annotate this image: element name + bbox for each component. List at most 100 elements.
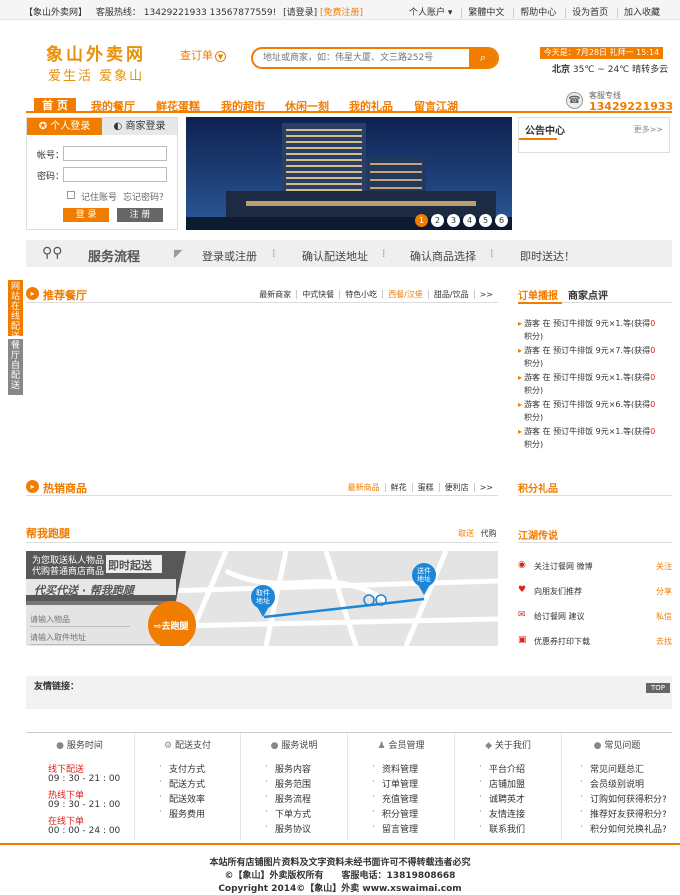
forgot-password-link[interactable]: 忘记密码？ (123, 190, 168, 203)
footer-link[interactable]: 服务范围 (265, 777, 311, 790)
jianghu-item-weibo[interactable]: ◉ 关注订餐网 微博 关注 (518, 560, 672, 574)
footer-link[interactable]: 配送方式 (159, 777, 205, 790)
footer-link[interactable]: 订购如何获得积分? (580, 792, 667, 805)
order-points: 0 (650, 400, 656, 409)
side-tab-online-delivery[interactable]: 网站在线配送 (8, 280, 23, 342)
tab-merchant-login[interactable]: ◐ 商家登录 (102, 118, 177, 135)
order-item[interactable]: ▸ 游客 在 预订牛排饭 9元×1.等(获得0 积分) (518, 425, 672, 451)
account-label: 帐号： (37, 151, 65, 161)
banner-page-3[interactable]: 3 (447, 214, 460, 227)
tab-western-burger[interactable]: 西餐/汉堡 (382, 290, 428, 299)
search-button[interactable]: ⌕ (469, 49, 497, 67)
footer-link[interactable]: 常见问题总汇 (580, 762, 644, 775)
jianghu-item-suggest[interactable]: ✉ 给订餐网 建议 私信 (518, 610, 672, 624)
order-item[interactable]: ▸ 游客 在 预订牛排饭 9元×1.等(获得0 积分) (518, 371, 672, 397)
jianghu-item-action[interactable]: 关注 (656, 561, 672, 572)
footer-link[interactable]: 留言管理 (372, 822, 418, 835)
tab-personal-login[interactable]: ✪ 个人登录 (27, 118, 102, 135)
footer-link[interactable]: 积分管理 (372, 807, 418, 820)
footer-link[interactable]: 充值管理 (372, 792, 418, 805)
footer-link[interactable]: 平台介绍 (479, 762, 525, 775)
footer-link[interactable]: 会员级别说明 (580, 777, 644, 790)
nav-home[interactable]: 首 页 (34, 98, 76, 113)
side-tab-self-delivery[interactable]: 餐厅自配送 (8, 339, 23, 395)
nav-flowers-cakes[interactable]: 鲜花蛋糕 (156, 98, 200, 113)
order-item[interactable]: ▸ 游客 在 预订牛排饭 9元×6.等(获得0 积分) (518, 398, 672, 424)
jianghu-item-action[interactable]: 分享 (656, 586, 672, 597)
footer-link[interactable]: 服务协议 (265, 822, 311, 835)
go-errand-button[interactable]: ⇨去跑腿 (154, 619, 189, 632)
tab-snacks[interactable]: 特色小吃 (339, 290, 383, 299)
footer-link[interactable]: 友情连接 (479, 807, 525, 820)
footer-link[interactable]: 支付方式 (159, 762, 205, 775)
back-to-top-button[interactable]: TOP (646, 683, 670, 693)
register-link[interactable]: [免费注册] (320, 8, 363, 18)
jianghu-item-coupon[interactable]: ▣ 优惠券打印下载 去找 (518, 635, 672, 649)
logo-slogan: 爱生活 爱象山 (48, 69, 145, 84)
banner-page-5[interactable]: 5 (479, 214, 492, 227)
footer-col-title: ♟ 会员管理 (348, 738, 454, 751)
footer-link[interactable]: 推荐好友获得积分? (580, 807, 667, 820)
tab-order-broadcast[interactable]: 订单播报 (518, 287, 558, 302)
traditional-chinese-link[interactable]: 繁體中文 (461, 8, 511, 18)
banner-page-6[interactable]: 6 (495, 214, 508, 227)
login-button[interactable]: 登 录 (63, 208, 109, 222)
tab-newest-goods[interactable]: 最新商品 (343, 483, 385, 492)
account-input[interactable] (63, 146, 167, 161)
nav-my-gifts[interactable]: 我的礼品 (349, 98, 393, 113)
nav-my-restaurant[interactable]: 我的餐厅 (91, 98, 135, 113)
password-input[interactable] (63, 167, 167, 182)
tab-flowers[interactable]: 鲜花 (384, 483, 412, 492)
tab-convenience[interactable]: 便利店 (438, 483, 474, 492)
tab-desserts-drinks[interactable]: 甜品/饮品 (427, 290, 474, 299)
footer-link[interactable]: 店铺加盟 (479, 777, 525, 790)
gifts-title[interactable]: 积分礼品 (518, 480, 558, 495)
logo-title[interactable]: 象山外卖网 (46, 40, 146, 65)
jianghu-item-action[interactable]: 去找 (656, 636, 672, 647)
nav-leisure[interactable]: 休闲一刻 (285, 98, 329, 113)
nav-my-supermarket[interactable]: 我的超市 (221, 98, 265, 113)
order-item[interactable]: ▸ 游客 在 预订牛排饭 9元×1.等(获得0 积分) (518, 317, 672, 343)
register-button[interactable]: 注 册 (117, 208, 163, 222)
footer-link[interactable]: 服务流程 (265, 792, 311, 805)
recommend-more-link[interactable]: >> (473, 290, 498, 299)
nav-message-board[interactable]: 留言江湖 (414, 98, 458, 113)
tab-merchant-reviews[interactable]: 商家点评 (568, 287, 608, 302)
tab-purchase[interactable]: 代购 (481, 529, 497, 538)
order-query-link[interactable]: 查订单 ▼ (180, 47, 226, 63)
tab-chinese-fastfood[interactable]: 中式快餐 (296, 290, 340, 299)
tab-pickup-send[interactable]: 取送 (458, 529, 474, 538)
hotline-numbers: 13429221933 13567877559! (143, 8, 277, 18)
banner-page-2[interactable]: 2 (431, 214, 444, 227)
banner-page-4[interactable]: 4 (463, 214, 476, 227)
footer-link[interactable]: 积分如何兑换礼品? (580, 822, 667, 835)
jianghu-item-action[interactable]: 私信 (656, 611, 672, 622)
footer-link[interactable]: 资料管理 (372, 762, 418, 775)
footer-link[interactable]: 服务费用 (159, 807, 205, 820)
jianghu-item-recommend[interactable]: ♥ 向朋友们推荐 分享 (518, 585, 672, 599)
order-item[interactable]: ▸ 游客 在 预订牛排饭 9元×7.等(获得0 积分) (518, 344, 672, 370)
notice-more-link[interactable]: 更多>> (634, 124, 663, 135)
send-pin: 送件地址 (417, 567, 431, 583)
footer-link[interactable]: 订单管理 (372, 777, 418, 790)
login-link[interactable]: [请登录] (283, 8, 317, 18)
search-input[interactable] (263, 49, 463, 67)
errand-address-input[interactable] (30, 631, 160, 645)
account-menu[interactable]: 个人账户 ▾ (403, 8, 458, 18)
add-favorite-link[interactable]: 加入收藏 (616, 8, 666, 18)
remember-checkbox[interactable] (67, 191, 75, 199)
tab-cakes[interactable]: 蛋糕 (411, 483, 439, 492)
hotel-banner[interactable]: 123456 (186, 117, 512, 230)
footer-link[interactable]: 配送效率 (159, 792, 205, 805)
footer-link[interactable]: 诚聘英才 (479, 792, 525, 805)
tab-newest-merchants[interactable]: 最新商家 (254, 290, 296, 299)
set-homepage-link[interactable]: 设为首页 (565, 8, 615, 18)
hot-more-link[interactable]: >> (473, 483, 498, 492)
help-center-link[interactable]: 帮助中心 (513, 8, 563, 18)
footer-link[interactable]: 联系我们 (479, 822, 525, 835)
footer-link[interactable]: 服务内容 (265, 762, 311, 775)
footer-link[interactable]: 下单方式 (265, 807, 311, 820)
banner-page-1[interactable]: 1 (415, 214, 428, 227)
banner-pagination: 123456 (412, 214, 508, 227)
errand-item-input[interactable] (30, 613, 130, 627)
